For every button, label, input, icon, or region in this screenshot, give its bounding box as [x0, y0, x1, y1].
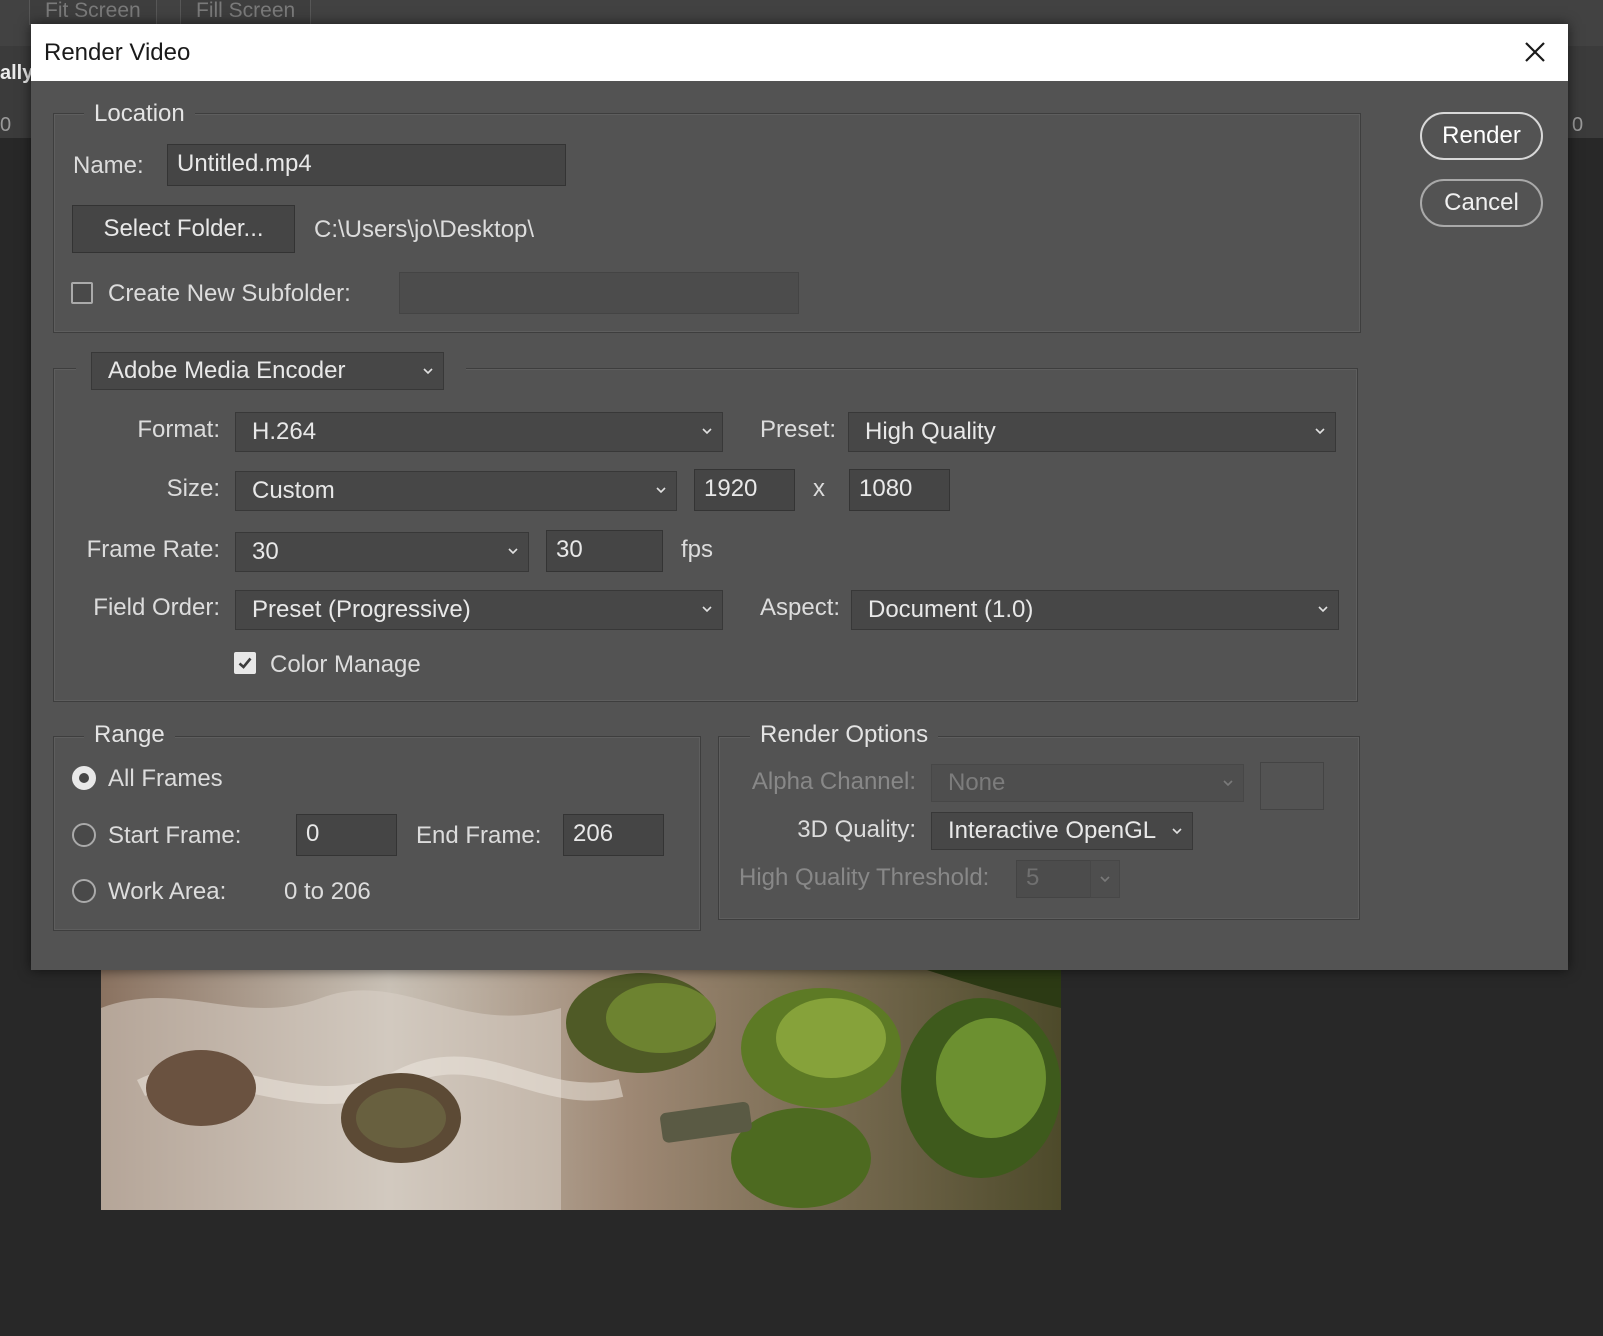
3d-quality-value: Interactive OpenGL — [948, 817, 1157, 844]
ruler-label-right: 0 — [1572, 114, 1584, 136]
fill-screen-button[interactable]: Fill Screen — [180, 0, 312, 25]
create-subfolder-label: Create New Subfolder: — [108, 280, 351, 307]
stream-photo — [101, 968, 1061, 1210]
all-frames-radio[interactable] — [72, 766, 96, 790]
frame-rate-label: Frame Rate: — [86, 536, 220, 563]
chevron-down-icon — [1223, 780, 1233, 787]
width-input[interactable]: 1920 — [694, 469, 795, 511]
preset-select-value: High Quality — [865, 418, 996, 445]
panel-tab-fragment[interactable]: ally — [0, 62, 33, 85]
size-x-separator: x — [813, 475, 825, 502]
chevron-down-icon — [1315, 428, 1325, 435]
subfolder-input[interactable] — [399, 272, 799, 314]
aspect-select-value: Document (1.0) — [868, 596, 1034, 623]
render-video-dialog: Render Video Render Cancel Location Name… — [31, 24, 1568, 970]
preset-select[interactable]: High Quality — [848, 412, 1336, 452]
start-frame-input[interactable]: 0 — [296, 814, 397, 856]
dialog-titlebar: Render Video — [31, 24, 1568, 81]
range-legend: Range — [84, 721, 175, 749]
hq-threshold-dropdown[interactable] — [1090, 860, 1120, 898]
size-label: Size: — [166, 475, 220, 502]
frame-rate-select-value: 30 — [252, 538, 279, 565]
create-subfolder-checkbox[interactable] — [71, 282, 93, 304]
close-icon — [1525, 42, 1545, 62]
render-button[interactable]: Render — [1420, 112, 1543, 160]
color-manage-label: Color Manage — [270, 651, 421, 678]
matte-color-swatch[interactable] — [1260, 762, 1324, 810]
end-frame-input[interactable]: 206 — [563, 814, 664, 856]
chevron-down-icon — [702, 428, 712, 435]
preset-label: Preset: — [760, 416, 837, 443]
3d-quality-select[interactable]: Interactive OpenGL — [931, 812, 1193, 850]
name-input[interactable]: Untitled.mp4 — [167, 144, 566, 186]
cancel-button[interactable]: Cancel — [1420, 179, 1543, 227]
field-order-label: Field Order: — [93, 594, 220, 621]
chevron-down-icon — [1318, 606, 1328, 613]
size-select[interactable]: Custom — [235, 471, 677, 511]
color-manage-checkbox[interactable] — [234, 652, 256, 674]
all-frames-label: All Frames — [108, 765, 223, 792]
alpha-channel-select[interactable]: None — [931, 764, 1244, 802]
canvas-image — [101, 968, 1061, 1210]
work-area-label: Work Area: — [108, 878, 227, 905]
select-folder-button[interactable]: Select Folder... — [72, 205, 295, 253]
start-frame-label: Start Frame: — [108, 822, 242, 849]
format-select[interactable]: H.264 — [235, 412, 723, 452]
chevron-down-icon — [702, 606, 712, 613]
alpha-channel-label: Alpha Channel: — [751, 768, 916, 795]
format-label: Format: — [137, 416, 220, 443]
close-button[interactable] — [1520, 37, 1550, 67]
encoder-select-value: Adobe Media Encoder — [108, 357, 346, 384]
name-label: Name: — [73, 152, 144, 179]
folder-path: C:\Users\jo\Desktop\ — [314, 216, 535, 243]
chevron-down-icon — [1100, 876, 1110, 883]
render-options-legend: Render Options — [750, 721, 939, 749]
aspect-label: Aspect: — [760, 594, 841, 621]
chevron-down-icon — [423, 368, 433, 375]
hq-threshold-input[interactable]: 5 — [1016, 860, 1092, 898]
aspect-select[interactable]: Document (1.0) — [851, 590, 1339, 630]
encoder-select[interactable]: Adobe Media Encoder — [91, 352, 444, 390]
location-legend: Location — [84, 100, 195, 128]
3d-quality-label: 3D Quality: — [797, 816, 916, 843]
start-frame-radio[interactable] — [72, 823, 96, 847]
work-area-value: 0 to 206 — [284, 878, 371, 905]
fps-label: fps — [681, 536, 714, 563]
checkmark-icon — [238, 657, 252, 669]
field-order-select[interactable]: Preset (Progressive) — [235, 590, 723, 630]
dialog-title: Render Video — [44, 39, 191, 66]
chevron-down-icon — [508, 548, 518, 555]
hq-threshold-label: High Quality Threshold: — [739, 864, 990, 891]
end-frame-label: End Frame: — [416, 822, 542, 849]
chevron-down-icon — [656, 487, 666, 494]
ruler-label-left: 0 — [0, 114, 12, 136]
format-select-value: H.264 — [252, 418, 317, 445]
frame-rate-input[interactable]: 30 — [546, 530, 663, 572]
frame-rate-select[interactable]: 30 — [235, 532, 529, 572]
alpha-channel-value: None — [948, 769, 1006, 796]
work-area-radio[interactable] — [72, 879, 96, 903]
chevron-down-icon — [1172, 828, 1182, 835]
size-select-value: Custom — [252, 477, 335, 504]
fit-screen-button[interactable]: Fit Screen — [29, 0, 157, 25]
height-input[interactable]: 1080 — [849, 469, 950, 511]
field-order-select-value: Preset (Progressive) — [252, 596, 471, 623]
